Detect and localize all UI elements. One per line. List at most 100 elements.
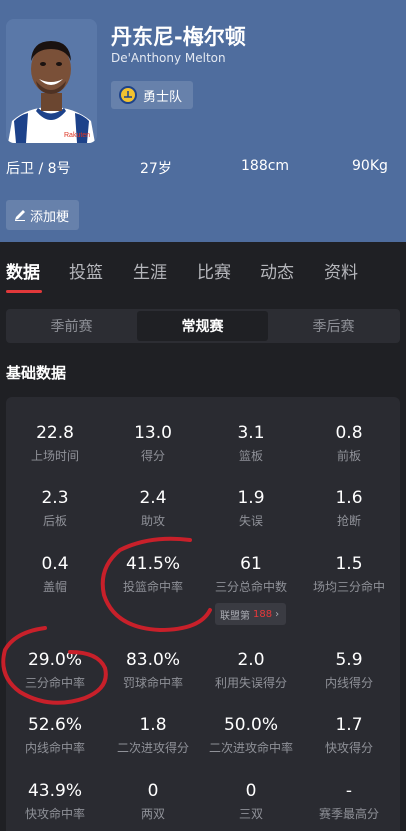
stat-value: 43.9% [27,781,82,801]
stat-label: 二次进攻得分 [116,741,189,755]
segment-regular-season[interactable]: 常规赛 [137,311,268,341]
stat-value: 2.4 [139,488,167,508]
stat-label: 前板 [336,449,361,463]
stat-label: 盖帽 [42,580,67,594]
stat-label: 快攻得分 [324,741,373,755]
segment-preseason[interactable]: 季前赛 [6,309,137,343]
stat-label: 助攻 [140,514,165,528]
stat-value: 1.5 [335,554,363,574]
tab-news[interactable]: 动态 [260,258,294,283]
stat-cell: 1.8 二次进攻得分 [103,715,203,756]
player-name-en: De'Anthony Melton [111,51,226,65]
player-header: Rakuten 丹东尼-梅尔顿 De'Anthony Melton 勇士队 后卫… [0,0,406,242]
stat-label: 两双 [140,807,165,821]
stat-cell: 50.0% 二次进攻命中率 [201,715,301,756]
stat-cell: 0 三双 [201,781,301,822]
stat-value: 61 [240,554,262,574]
stat-label: 后板 [42,514,67,528]
stat-label: 内线得分 [324,676,373,690]
stat-cell: 41.5% 投篮命中率 [103,554,203,595]
stat-cell: 1.9 失误 [201,488,301,529]
player-name-cn: 丹东尼-梅尔顿 [111,25,246,49]
stat-label: 抢断 [336,514,361,528]
stat-value: 0 [245,781,257,801]
stat-label: 三分总命中数 [214,580,287,594]
player-photo: Rakuten [6,19,97,143]
stat-value: 2.3 [41,488,69,508]
team-name: 勇士队 [143,89,183,105]
stat-label: 赛季最高分 [318,807,379,821]
stat-value: 3.1 [237,423,265,443]
stat-cell: 43.9% 快攻命中率 [5,781,105,822]
stat-label: 得分 [140,449,165,463]
warriors-logo-icon [119,86,137,104]
stat-value: 50.0% [223,715,278,735]
stat-label: 三分命中率 [24,676,85,690]
stat-value: 29.0% [27,650,82,670]
stat-value: 1.6 [335,488,363,508]
stat-value: 13.0 [134,423,172,443]
stat-value: 52.6% [27,715,82,735]
stat-value: 1.7 [335,715,363,735]
stat-value: 0.4 [41,554,69,574]
stat-cell: 13.0 得分 [103,423,203,464]
weight: 90Kg [352,158,388,174]
stat-value: 1.8 [139,715,167,735]
section-title: 基础数据 [6,364,67,382]
stat-cell: 5.9 内线得分 [299,650,399,691]
stat-label: 三双 [238,807,263,821]
tab-profile[interactable]: 资料 [324,258,358,283]
stat-label: 内线命中率 [24,741,85,755]
pen-icon [15,210,25,221]
stat-value: 5.9 [335,650,363,670]
stat-label: 利用失误得分 [214,676,287,690]
svg-text:Rakuten: Rakuten [64,132,90,139]
stat-value: - [345,781,353,801]
player-info-row: 后卫 / 8号 27岁 188cm 90Kg [0,158,406,178]
tab-shooting[interactable]: 投篮 [69,258,103,283]
stat-cell: 2.4 助攻 [103,488,203,529]
stat-cell: 1.7 快攻得分 [299,715,399,756]
stat-cell: 2.0 利用失误得分 [201,650,301,691]
stat-value: 22.8 [36,423,74,443]
stat-cell: - 赛季最高分 [299,781,399,822]
stat-label: 二次进攻命中率 [208,741,293,755]
tab-games[interactable]: 比赛 [197,258,231,283]
season-segment-control: 季前赛 常规赛 季后赛 [6,309,400,343]
stat-value: 1.9 [237,488,265,508]
add-tag-button[interactable]: 添加梗 [6,200,79,230]
tab-career[interactable]: 生涯 [133,258,167,283]
stat-cell: 0 两双 [103,781,203,822]
stat-cell: 1.6 抢断 [299,488,399,529]
stat-cell: 52.6% 内线命中率 [5,715,105,756]
stat-cell: 0.4 盖帽 [5,554,105,595]
stat-label: 快攻命中率 [24,807,85,821]
stat-label: 篮板 [238,449,263,463]
stat-label: 失误 [238,514,263,528]
tab-data[interactable]: 数据 [6,258,40,283]
add-tag-label: 添加梗 [30,209,70,225]
stat-cell: 3.1 篮板 [201,423,301,464]
stat-value: 2.0 [237,650,265,670]
stat-label: 上场时间 [30,449,79,463]
stat-value: 41.5% [125,554,180,574]
stat-label: 场均三分命中 [312,580,385,594]
team-tag[interactable]: 勇士队 [111,81,193,109]
tab-bar: 数据 投篮 生涯 比赛 动态 资料 [0,242,406,296]
league-rank-badge[interactable]: 联盟第 188 › [215,603,286,625]
stat-value: 0 [147,781,159,801]
rank-number: 188 [253,608,273,620]
stat-label: 投篮命中率 [122,580,183,594]
segment-playoffs[interactable]: 季后赛 [268,309,399,343]
stat-cell: 29.0% 三分命中率 [5,650,105,691]
age: 27岁 [140,161,172,177]
active-tab-indicator [6,290,42,293]
stat-value: 0.8 [335,423,363,443]
height: 188cm [241,158,290,174]
stat-cell: 2.3 后板 [5,488,105,529]
rank-prefix: 联盟第 [220,610,250,622]
stat-cell: 1.5 场均三分命中 [299,554,399,595]
chevron-right-icon: › [275,608,280,620]
stat-cell: 0.8 前板 [299,423,399,464]
stat-cell: 22.8 上场时间 [5,423,105,464]
